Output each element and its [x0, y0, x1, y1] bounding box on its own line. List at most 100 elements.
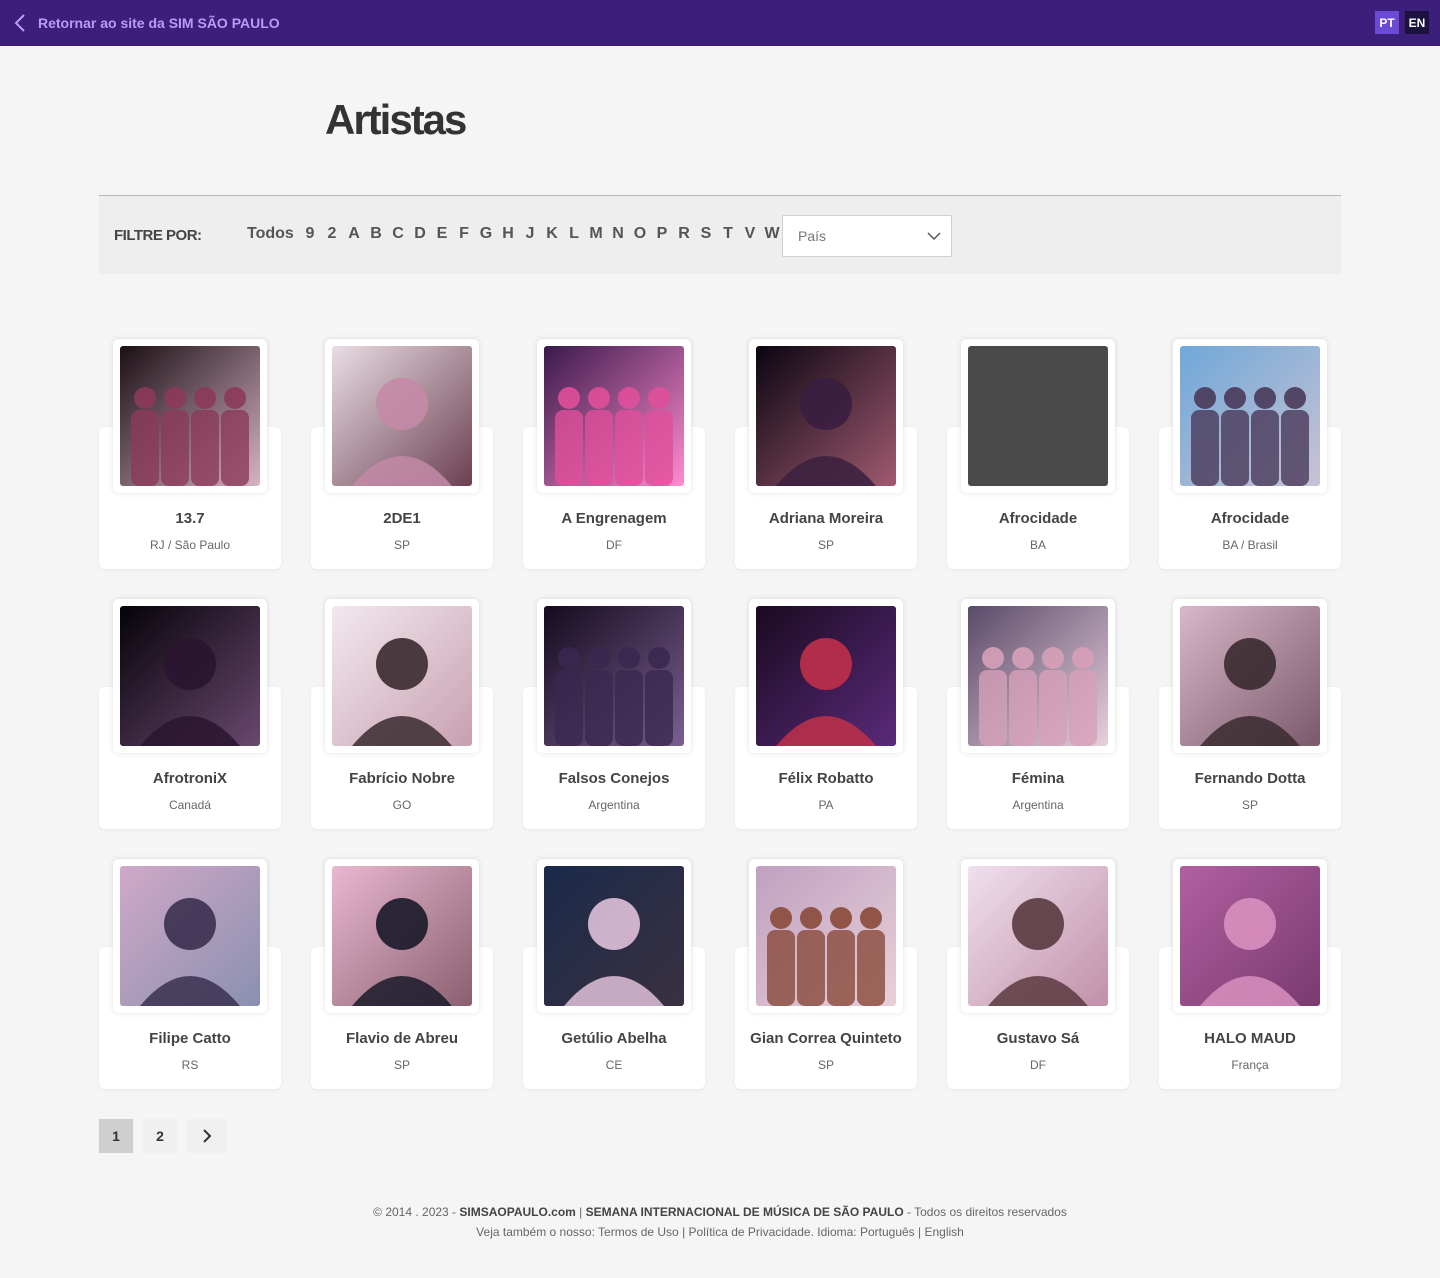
artist-photo-frame[interactable]: [749, 339, 903, 493]
filter-letter[interactable]: N: [607, 225, 629, 243]
filter-letter[interactable]: J: [519, 225, 541, 243]
artist-photo-frame[interactable]: [1173, 599, 1327, 753]
filter-letter[interactable]: F: [453, 225, 475, 243]
terms-link[interactable]: Termos de Uso: [598, 1225, 679, 1239]
artist-location: DF: [1030, 1058, 1046, 1072]
artist-photo-frame[interactable]: [961, 339, 1115, 493]
artist-location: Argentina: [1012, 798, 1064, 812]
artist-name: Félix Robatto: [778, 770, 874, 787]
artist-name: 13.7: [175, 510, 205, 527]
artist-photo: [120, 346, 260, 486]
filter-letter[interactable]: K: [541, 225, 563, 243]
artist-location: França: [1231, 1058, 1269, 1072]
filter-letter[interactable]: E: [431, 225, 453, 243]
artist-photo: [1180, 606, 1320, 746]
artist-photo-frame[interactable]: [749, 599, 903, 753]
filter-letter[interactable]: B: [365, 225, 387, 243]
page-title: Artistas: [325, 96, 467, 143]
artist-name: Gian Correa Quinteto: [750, 1030, 902, 1047]
artist-name: Fernando Dotta: [1194, 770, 1306, 787]
footer-copyright: © 2014 . 2023 - SIMSAOPAULO.com | SEMANA…: [0, 1205, 1440, 1219]
country-select[interactable]: País: [782, 215, 952, 257]
footer-lang-en-link[interactable]: English: [924, 1225, 963, 1239]
filter-bar: FILTRE POR: Todos 9 2 A B C D E F G H J K L M N O P R S T V W …: [99, 195, 1341, 274]
artist-name: 2DE1: [383, 510, 421, 527]
artist-photo-frame[interactable]: [537, 339, 691, 493]
filter-letter[interactable]: Todos: [247, 225, 299, 243]
chevron-left-icon: [14, 14, 25, 32]
back-link-label: Retornar ao site da SIM SÃO PAULO: [38, 15, 280, 31]
artist-photo-frame[interactable]: [325, 859, 479, 1013]
filter-letter[interactable]: 9: [299, 225, 321, 243]
filter-letter[interactable]: S: [695, 225, 717, 243]
artist-photo: [332, 606, 472, 746]
artist-name: Adriana Moreira: [768, 510, 884, 527]
artist-photo-frame[interactable]: [325, 339, 479, 493]
artist-photo-frame[interactable]: [961, 859, 1115, 1013]
filter-letter[interactable]: G: [475, 225, 497, 243]
filter-letter[interactable]: P: [651, 225, 673, 243]
artist-location: SP: [1241, 798, 1258, 812]
filter-letter[interactable]: D: [409, 225, 431, 243]
filter-letter[interactable]: M: [585, 225, 607, 243]
chevron-right-icon: [203, 1129, 212, 1143]
filter-letter[interactable]: A: [343, 225, 365, 243]
lang-pt-button[interactable]: PT: [1375, 11, 1399, 34]
artist-photo: [332, 346, 472, 486]
artist-photo-frame[interactable]: [325, 599, 479, 753]
footer-site-link[interactable]: SIMSAOPAULO.com: [459, 1205, 575, 1219]
artist-photo-frame[interactable]: [113, 859, 267, 1013]
artist-location: SP: [393, 538, 410, 552]
artist-photo: [544, 346, 684, 486]
artist-photo: [332, 866, 472, 1006]
chevron-down-icon: [927, 232, 941, 241]
next-page-button[interactable]: [187, 1119, 227, 1153]
artist-location: BA: [1029, 538, 1046, 552]
filter-letter[interactable]: W: [761, 225, 783, 243]
artist-photo-frame[interactable]: [537, 859, 691, 1013]
artist-name: HALO MAUD: [1204, 1030, 1296, 1047]
filter-letter[interactable]: C: [387, 225, 409, 243]
artist-location: SP: [393, 1058, 410, 1072]
back-to-site-link[interactable]: Retornar ao site da SIM SÃO PAULO: [12, 0, 280, 46]
artist-photo-frame[interactable]: [537, 599, 691, 753]
letter-filter: Todos 9 2 A B C D E F G H J K L M N O P R S T V W: [247, 225, 783, 243]
artist-location: Canadá: [168, 798, 212, 812]
page-1-button[interactable]: 1: [99, 1119, 133, 1153]
artist-name: Afrocidade: [1210, 510, 1290, 527]
artist-photo-frame[interactable]: [961, 599, 1115, 753]
artist-name: Filipe Catto: [149, 1030, 231, 1047]
artist-photo-frame[interactable]: [1173, 859, 1327, 1013]
filter-letter[interactable]: L: [563, 225, 585, 243]
filter-letter[interactable]: T: [717, 225, 739, 243]
artist-name: Gustavo Sá: [996, 1030, 1080, 1047]
filter-letter[interactable]: R: [673, 225, 695, 243]
filter-letter[interactable]: O: [629, 225, 651, 243]
artist-photo-frame[interactable]: [113, 599, 267, 753]
artist-location: SP: [817, 538, 834, 552]
filter-letter[interactable]: 2: [321, 225, 343, 243]
artist-location: GO: [392, 798, 412, 812]
artist-photo: [120, 606, 260, 746]
page-2-button[interactable]: 2: [143, 1119, 177, 1153]
filter-letter[interactable]: V: [739, 225, 761, 243]
artist-photo: [756, 866, 896, 1006]
artist-location: SP: [817, 1058, 834, 1072]
filter-letter[interactable]: H: [497, 225, 519, 243]
artist-location: CE: [605, 1058, 623, 1072]
footer-separator: |: [575, 1205, 586, 1219]
artist-location: BA / Brasil: [1222, 538, 1278, 552]
artist-photo: [1180, 866, 1320, 1006]
artist-photo: [544, 866, 684, 1006]
artist-photo-frame[interactable]: [1173, 339, 1327, 493]
artist-location: RJ / São Paulo: [149, 538, 231, 552]
artist-photo-frame[interactable]: [113, 339, 267, 493]
lang-en-button[interactable]: EN: [1405, 11, 1429, 34]
footer-lang-pt-link[interactable]: Português: [860, 1225, 915, 1239]
footer-years: © 2014 . 2023 -: [373, 1205, 460, 1219]
footer-see-also: Veja também o nosso:: [476, 1225, 599, 1239]
artist-photo: [756, 606, 896, 746]
privacy-link[interactable]: Política de Privacidade: [689, 1225, 811, 1239]
artist-photo-frame[interactable]: [749, 859, 903, 1013]
artist-name: Falsos Conejos: [558, 770, 670, 787]
